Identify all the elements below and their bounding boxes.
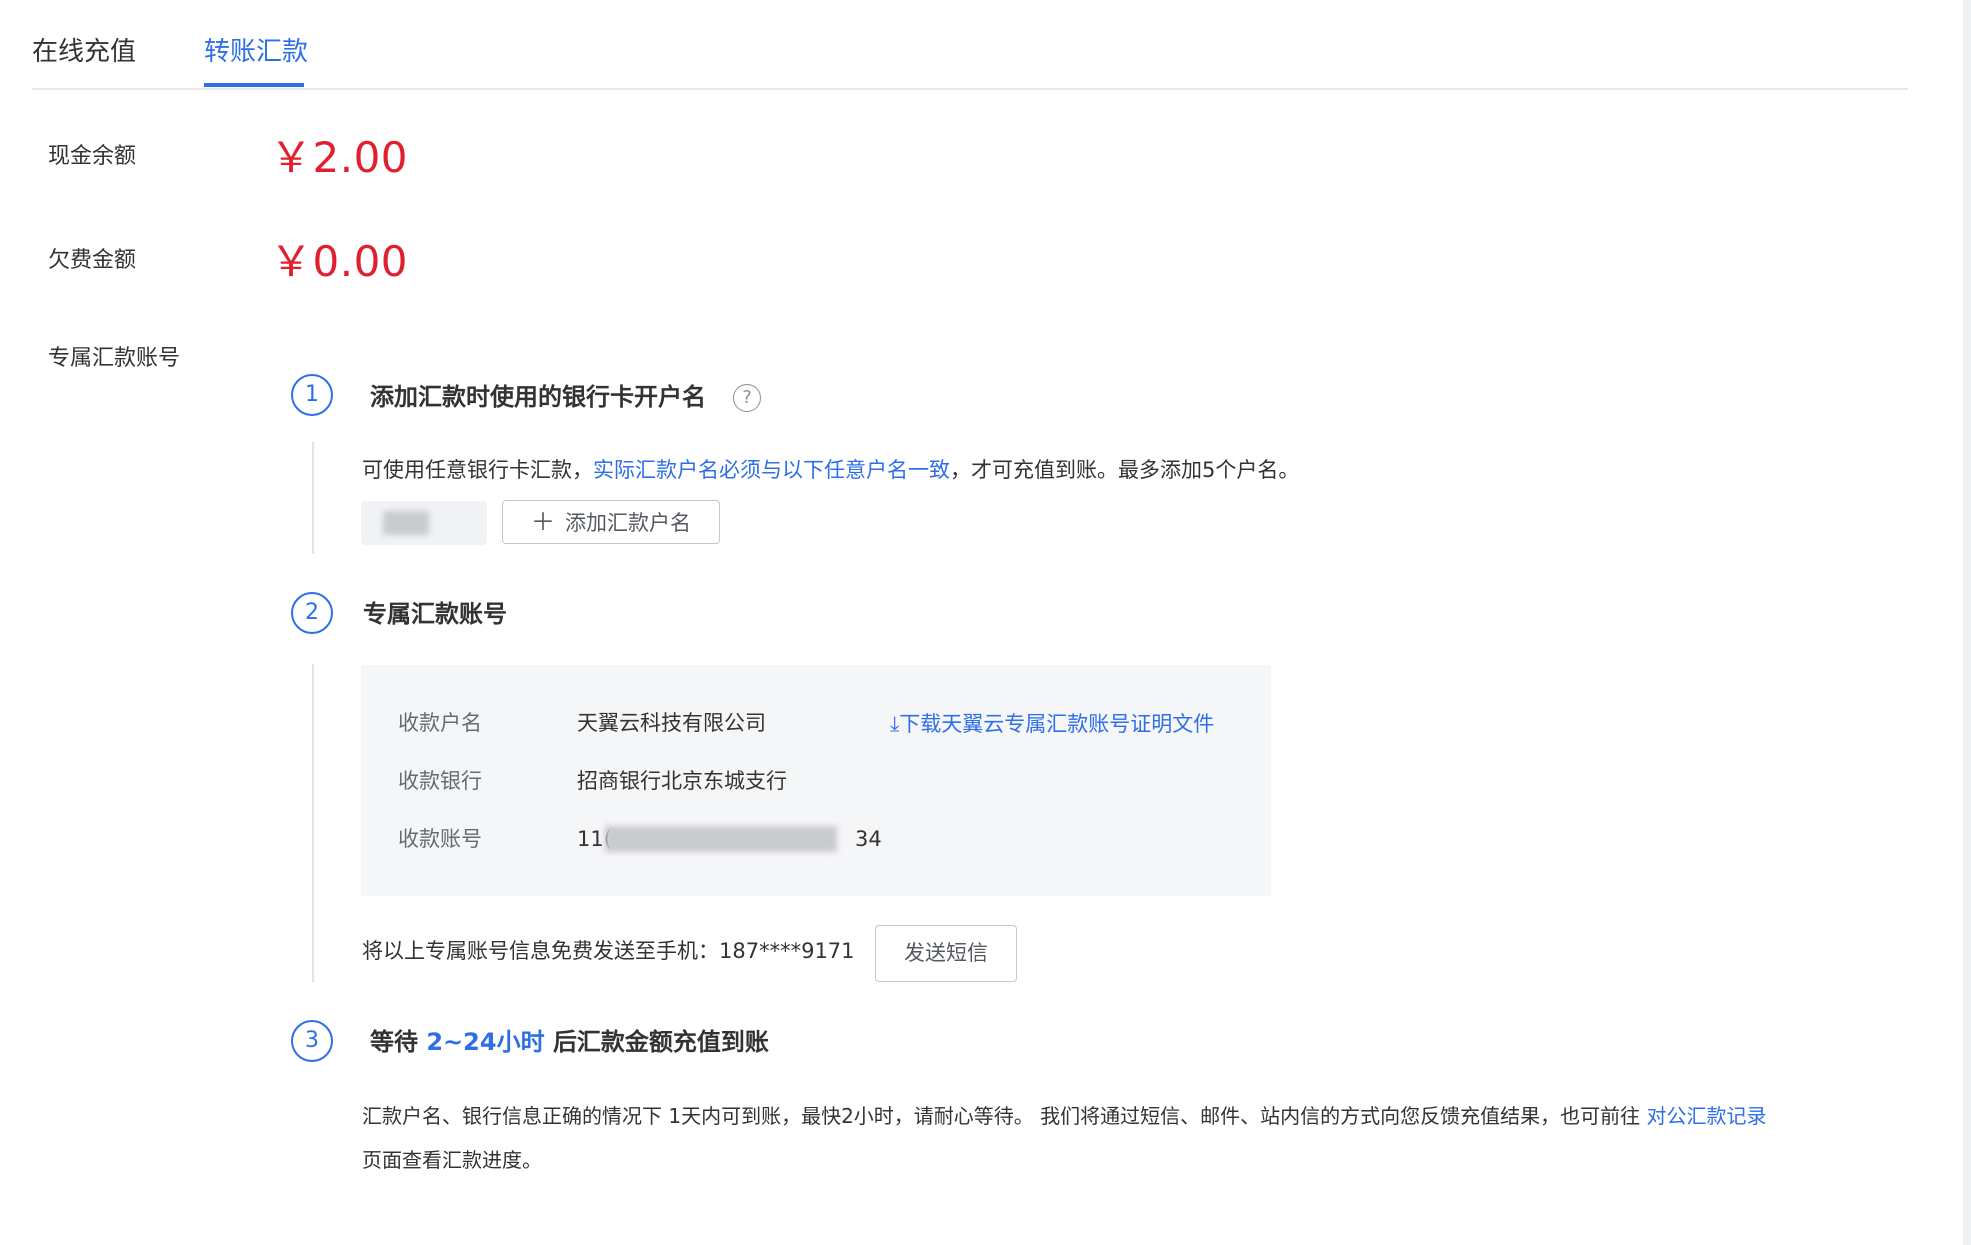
payee-value: 天翼云科技有限公司	[577, 711, 766, 735]
step-3-circle: 3	[291, 1020, 333, 1062]
step-3-title-highlight: 2~24小时	[426, 1028, 545, 1056]
account-number-suffix: 34	[855, 827, 882, 851]
step-1-circle: 1	[291, 374, 333, 416]
step-3-title-suffix: 后汇款金额充值到账	[552, 1028, 769, 1056]
step-1-desc-suffix: ，才可充值到账。最多添加5个户名。	[950, 458, 1300, 482]
debt-amount-value: ￥0.00	[270, 237, 409, 286]
step-2-circle: 2	[291, 592, 333, 634]
active-tab-indicator	[204, 83, 304, 87]
bank-value: 招商银行北京东城支行	[577, 769, 787, 793]
account-name-chip[interactable]	[361, 501, 487, 545]
scrollbar[interactable]	[1963, 0, 1971, 1245]
tab-bar: 在线充值 转账汇款	[32, 0, 1908, 90]
send-sms-button[interactable]: 发送短信	[875, 925, 1017, 982]
step-3-desc-line2: 页面查看汇款进度。	[362, 1148, 542, 1172]
step-1-connector	[312, 442, 314, 554]
transfer-records-link[interactable]: 对公汇款记录	[1647, 1104, 1767, 1128]
tab-bank-transfer[interactable]: 转账汇款	[204, 34, 308, 70]
plus-icon: ＋	[531, 508, 555, 536]
tab-online-recharge[interactable]: 在线充值	[32, 34, 136, 70]
step-3-desc-line1: 汇款户名、银行信息正确的情况下 1天内可到账，最快2小时，请耐心等待。 我们将通…	[362, 1104, 1641, 1128]
account-section-label: 专属汇款账号	[48, 346, 181, 371]
redacted-account-number	[605, 826, 837, 852]
step-1-title: 添加汇款时使用的银行卡开户名	[370, 383, 706, 411]
cash-balance-label: 现金余额	[48, 144, 137, 169]
step-3-title-prefix: 等待	[370, 1028, 418, 1056]
step-3-title: 等待 2~24小时 后汇款金额充值到账	[370, 1026, 769, 1058]
redacted-name	[383, 511, 429, 535]
debt-amount-label: 欠费金额	[48, 248, 137, 273]
account-info-panel: 收款户名 天翼云科技有限公司 ⤓下载天翼云专属汇款账号证明文件 收款银行 招商银…	[361, 665, 1271, 896]
download-certificate-label: 下载天翼云专属汇款账号证明文件	[899, 712, 1215, 736]
help-icon[interactable]: ?	[733, 384, 761, 412]
payee-label: 收款户名	[398, 711, 482, 735]
add-account-name-button[interactable]: ＋ 添加汇款户名	[502, 500, 720, 544]
account-number-label: 收款账号	[398, 827, 482, 851]
step-1-desc-prefix: 可使用任意银行卡汇款，	[362, 458, 593, 482]
download-certificate-link[interactable]: ⤓下载天翼云专属汇款账号证明文件	[890, 709, 1214, 739]
bank-label: 收款银行	[398, 769, 482, 793]
sms-description: 将以上专属账号信息免费发送至手机：187****9171	[362, 939, 855, 963]
cash-balance-amount: ￥2.00	[270, 133, 409, 182]
add-account-name-label: 添加汇款户名	[565, 511, 691, 535]
step-1-description: 可使用任意银行卡汇款，实际汇款户名必须与以下任意户名一致，才可充值到账。最多添加…	[362, 455, 1299, 485]
step-2-title: 专属汇款账号	[363, 600, 507, 628]
download-icon: ⤓	[890, 712, 900, 736]
step-2-connector	[312, 664, 314, 982]
step-3-description: 汇款户名、银行信息正确的情况下 1天内可到账，最快2小时，请耐心等待。 我们将通…	[362, 1101, 1767, 1131]
account-name-rule-link[interactable]: 实际汇款户名必须与以下任意户名一致	[593, 458, 950, 482]
